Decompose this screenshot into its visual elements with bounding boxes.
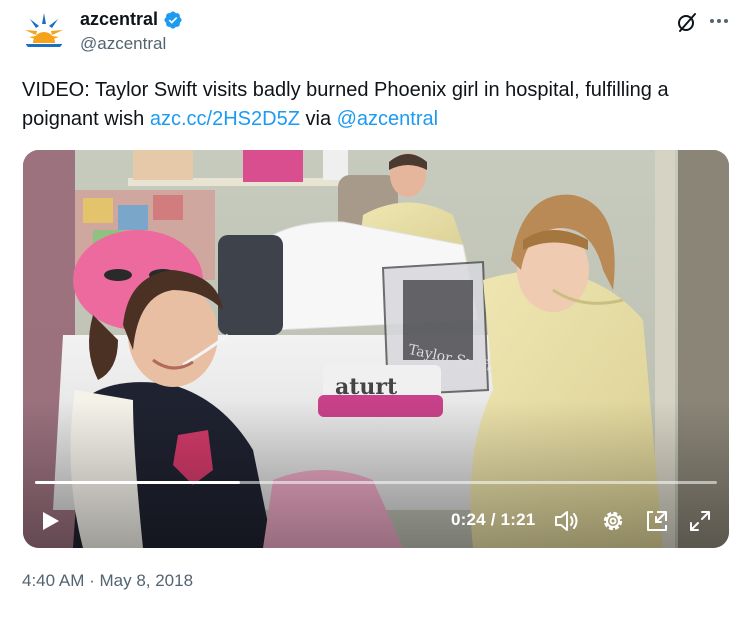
- tweet-time: 4:40 AM: [22, 571, 85, 590]
- dock-icon[interactable]: [644, 508, 670, 534]
- video-player[interactable]: Taylor Swift aturt 0:24 / 1:21: [23, 150, 729, 548]
- video-progress-bar[interactable]: [35, 481, 717, 484]
- video-progress-fill: [35, 481, 240, 484]
- settings-gear-icon[interactable]: [600, 508, 626, 534]
- video-time-readout: 0:24 / 1:21: [451, 510, 535, 530]
- author-handle[interactable]: @azcentral: [80, 34, 166, 54]
- grok-icon[interactable]: [675, 10, 699, 34]
- video-duration: 1:21: [500, 510, 536, 529]
- author-avatar[interactable]: [22, 10, 66, 54]
- tweet-link[interactable]: azc.cc/2HS2D5Z: [150, 108, 300, 130]
- more-options-icon[interactable]: [706, 8, 732, 34]
- verified-badge-icon[interactable]: [163, 10, 183, 30]
- tweet-text-via: via: [299, 108, 337, 130]
- tweet-meta-dot: ·: [84, 571, 100, 590]
- author-name-row: azcentral: [80, 9, 183, 30]
- tweet-text: VIDEO: Taylor Swift visits badly burned …: [22, 76, 734, 134]
- shirt-print-text: aturt: [335, 374, 398, 400]
- video-current-time: 0:24: [451, 510, 486, 529]
- volume-icon[interactable]: [553, 508, 579, 534]
- tweet-date: May 8, 2018: [99, 571, 194, 590]
- tweet-card: azcentral @azcentral VIDEO: Taylor Swift…: [0, 0, 754, 619]
- azcentral-logo-icon: [22, 10, 66, 54]
- video-time-separator: /: [485, 510, 501, 529]
- play-icon[interactable]: [37, 508, 63, 534]
- author-display-name[interactable]: azcentral: [80, 9, 158, 30]
- tweet-timestamp[interactable]: 4:40 AM · May 8, 2018: [22, 571, 193, 591]
- tweet-mention[interactable]: @azcentral: [337, 108, 438, 130]
- video-frame: Taylor Swift aturt: [23, 150, 729, 548]
- fullscreen-icon[interactable]: [687, 508, 713, 534]
